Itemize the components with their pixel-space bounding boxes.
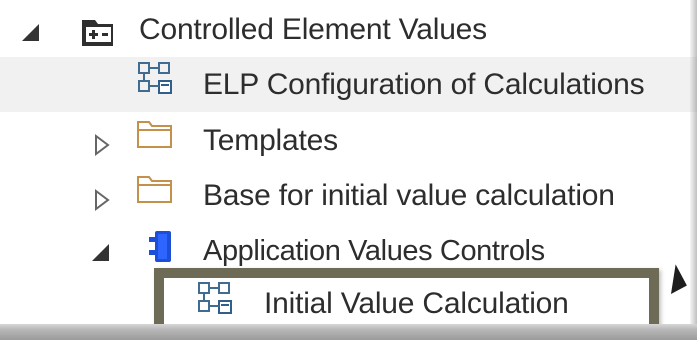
diagram-icon [137,61,177,103]
tree-item-label: Controlled Element Values [139,13,487,46]
tree-item-label: Templates [203,124,338,157]
package-folder-icon [80,15,122,51]
tree-item-label: Base for initial value calculation [203,179,615,212]
collapsed-arrow-icon[interactable] [93,133,111,157]
tree-item-label: Application Values Controls [203,235,545,267]
folder-icon [136,118,176,152]
folder-icon [136,173,176,207]
diagram-icon [197,281,237,323]
tree-item-label: Initial Value Calculation [264,287,569,320]
collapsed-arrow-icon[interactable] [93,188,111,212]
expanded-arrow-icon[interactable] [21,23,40,42]
tree-item-label: ELP Configuration of Calculations [203,68,645,101]
tree-item-controlled-element-values[interactable]: Controlled Element Values [0,3,697,58]
tree-item-templates[interactable]: Templates [0,112,697,167]
tree-item-base-for-initial-value-calculation[interactable]: Base for initial value calculation [0,167,697,222]
tree-panel: Controlled Element Values ELP Configurat… [0,0,697,340]
tree-item-initial-value-calculation[interactable]: Initial Value Calculation [0,276,697,332]
expanded-arrow-icon[interactable] [91,243,110,262]
component-icon [146,229,174,265]
project-browser-screenshot: Controlled Element Values ELP Configurat… [0,0,697,340]
tree-item-elp-configuration[interactable]: ELP Configuration of Calculations [0,57,697,112]
